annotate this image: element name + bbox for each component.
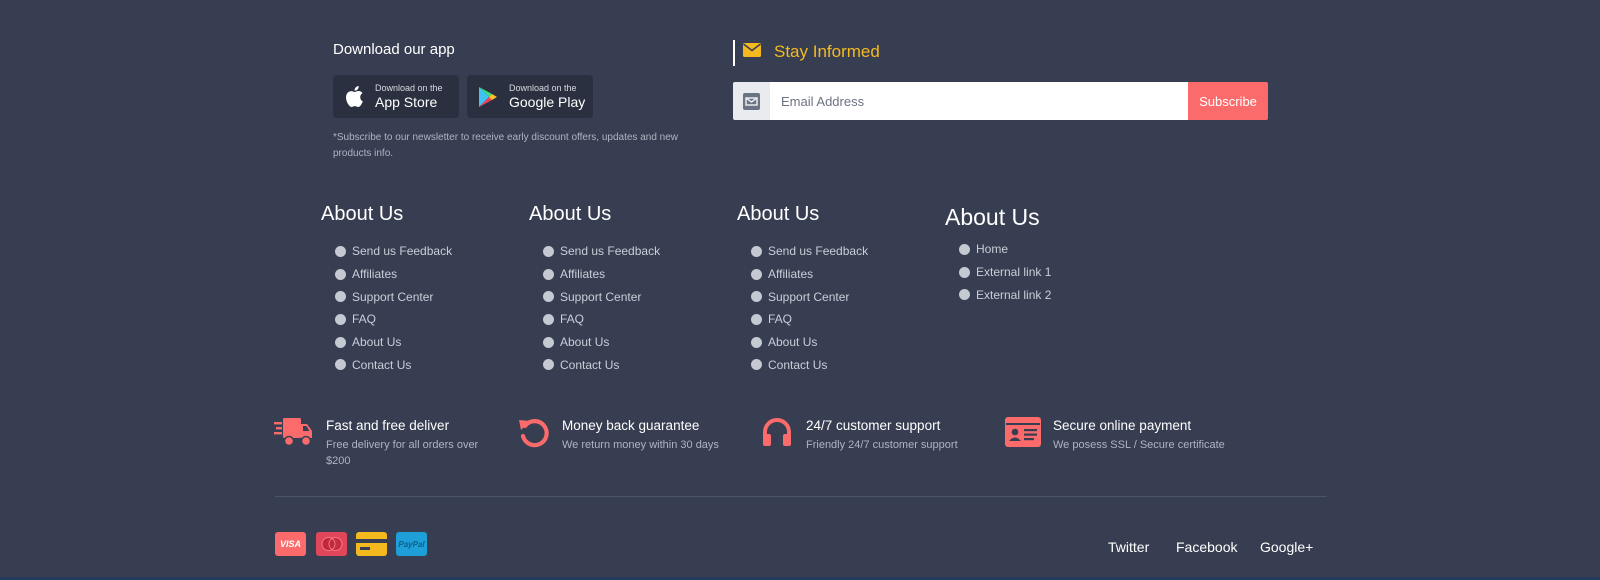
- google-plus-link[interactable]: Google+: [1260, 539, 1313, 555]
- bullet-icon: [335, 291, 346, 303]
- list-item[interactable]: About Us: [543, 331, 660, 354]
- paypal-icon: PayPal: [396, 532, 427, 556]
- truck-icon: [274, 416, 314, 453]
- bullet-icon: [543, 336, 554, 348]
- facebook-link[interactable]: Facebook: [1176, 539, 1237, 555]
- bullet-icon: [959, 289, 970, 301]
- download-app-title: Download our app: [333, 41, 455, 58]
- list-item[interactable]: Send us Feedback: [335, 240, 452, 263]
- list-item[interactable]: External link 2: [959, 283, 1051, 306]
- list-item[interactable]: Send us Feedback: [543, 240, 660, 263]
- feature-title: Money back guarantee: [562, 418, 700, 433]
- bullet-icon: [751, 291, 762, 303]
- google-play-small: Download on the: [509, 82, 577, 93]
- google-play-icon: [476, 84, 500, 110]
- section-divider-bar: [733, 40, 735, 66]
- google-play-button[interactable]: Download on the Google Play: [467, 75, 593, 118]
- app-store-label: App Store: [375, 93, 438, 110]
- bullet-icon: [543, 268, 554, 280]
- bullet-icon: [543, 291, 554, 303]
- list-item[interactable]: FAQ: [751, 308, 868, 331]
- bullet-icon: [543, 313, 554, 325]
- list-item[interactable]: Affiliates: [543, 263, 660, 286]
- google-play-label: Google Play: [509, 93, 586, 110]
- headphones-icon: [761, 416, 793, 453]
- envelope-icon: [743, 43, 761, 62]
- list-item[interactable]: Contact Us: [751, 353, 868, 376]
- list-item[interactable]: External link 1: [959, 261, 1051, 284]
- subscribe-form: Subscribe: [733, 82, 1268, 120]
- list-item[interactable]: Home: [959, 238, 1051, 261]
- mastercard-icon: [316, 532, 347, 556]
- bullet-icon: [335, 359, 346, 371]
- column-3-list: Send us Feedback Affiliates Support Cent…: [751, 240, 868, 376]
- bullet-icon: [959, 243, 970, 255]
- bullet-icon: [543, 359, 554, 371]
- envelope-square-icon: [733, 82, 770, 120]
- column-2-list: Send us Feedback Affiliates Support Cent…: [543, 240, 660, 376]
- list-item[interactable]: Contact Us: [543, 353, 660, 376]
- list-item[interactable]: Affiliates: [751, 263, 868, 286]
- bullet-icon: [751, 336, 762, 348]
- visa-icon: VISA: [275, 532, 306, 556]
- app-store-small: Download on the: [375, 82, 443, 93]
- feature-title: Secure online payment: [1053, 418, 1192, 433]
- list-item[interactable]: Send us Feedback: [751, 240, 868, 263]
- bullet-icon: [751, 359, 762, 371]
- subscribe-button[interactable]: Subscribe: [1188, 82, 1268, 120]
- list-item[interactable]: Contact Us: [335, 353, 452, 376]
- feature-subtitle: Free delivery for all orders over $200: [326, 439, 479, 467]
- bullet-icon: [543, 245, 554, 257]
- list-item[interactable]: Affiliates: [335, 263, 452, 286]
- bullet-icon: [335, 313, 346, 325]
- bullet-icon: [959, 266, 970, 278]
- app-store-button[interactable]: Download on the App Store: [333, 75, 459, 118]
- column-3-heading: About Us: [737, 203, 820, 225]
- bullet-icon: [335, 245, 346, 257]
- list-item[interactable]: Support Center: [335, 285, 452, 308]
- footer-divider: [275, 496, 1327, 497]
- newsletter-note: *Subscribe to our newsletter to receive …: [333, 132, 679, 159]
- credit-card-icon: [356, 532, 387, 556]
- list-item[interactable]: FAQ: [335, 308, 452, 331]
- feature-title: 24/7 customer support: [806, 418, 941, 433]
- apple-icon: [342, 84, 366, 110]
- list-item[interactable]: About Us: [335, 331, 452, 354]
- column-4-list: Home External link 1 External link 2: [959, 238, 1051, 306]
- email-input[interactable]: [770, 82, 1188, 120]
- bullet-icon: [751, 245, 762, 257]
- bullet-icon: [751, 268, 762, 280]
- twitter-link[interactable]: Twitter: [1108, 539, 1149, 555]
- feature-subtitle: We return money within 30 days: [562, 439, 719, 451]
- list-item[interactable]: Support Center: [543, 285, 660, 308]
- column-2-heading: About Us: [529, 203, 612, 225]
- column-4-heading: About Us: [945, 204, 1040, 230]
- column-1-list: Send us Feedback Affiliates Support Cent…: [335, 240, 452, 376]
- bullet-icon: [335, 336, 346, 348]
- list-item[interactable]: Support Center: [751, 285, 868, 308]
- bullet-icon: [335, 268, 346, 280]
- refresh-icon: [518, 417, 550, 454]
- feature-title: Fast and free deliver: [326, 418, 450, 433]
- feature-subtitle: We posess SSL / Secure certificate: [1053, 439, 1225, 451]
- id-card-icon: [1005, 417, 1041, 452]
- list-item[interactable]: FAQ: [543, 308, 660, 331]
- feature-subtitle: Friendly 24/7 customer support: [806, 439, 958, 451]
- column-1-heading: About Us: [321, 203, 404, 225]
- stay-informed-title: Stay Informed: [774, 42, 880, 61]
- bullet-icon: [751, 313, 762, 325]
- list-item[interactable]: About Us: [751, 331, 868, 354]
